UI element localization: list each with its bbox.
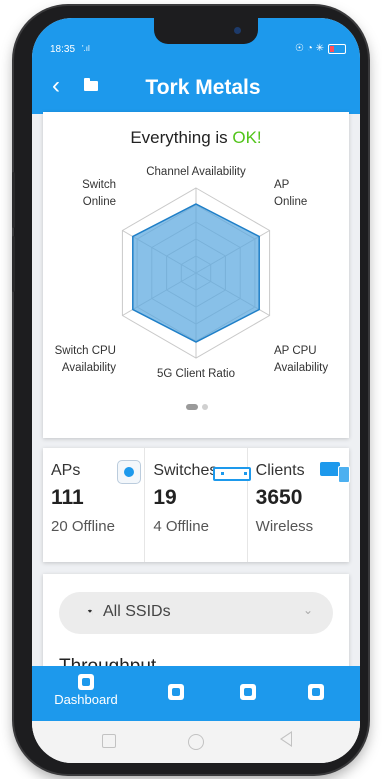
stat-value: 19 bbox=[153, 486, 177, 509]
tab-dashboard[interactable]: Dashboard bbox=[54, 666, 118, 721]
switch-icon bbox=[213, 467, 252, 481]
volume-button bbox=[12, 172, 15, 228]
radar-label-switch-online-line1: Switch bbox=[82, 179, 116, 191]
radar-label-ap-online-line1: AP bbox=[274, 179, 290, 191]
back-icon[interactable] bbox=[280, 731, 292, 747]
stat-clients[interactable]: Clients 3650 Wireless bbox=[248, 448, 350, 562]
status-bar: 18:35 '.ıl ☉ ◔ ✳ bbox=[32, 18, 360, 64]
clients-icon bbox=[319, 460, 350, 483]
stat-switches[interactable]: Switches 19 4 Offline bbox=[145, 448, 252, 562]
clients-icon bbox=[240, 684, 256, 700]
status-time: 18:35 bbox=[50, 44, 76, 55]
chevron-down-icon: ⌄ bbox=[302, 603, 313, 617]
radar-value-area bbox=[132, 203, 260, 343]
status-icons: ☉ ◔ ✳ bbox=[295, 43, 346, 54]
devices-icon bbox=[168, 684, 184, 700]
stat-subtext: Wireless bbox=[255, 518, 314, 535]
tab-devices[interactable] bbox=[160, 666, 192, 721]
home-icon[interactable] bbox=[188, 734, 204, 750]
stat-label: APs bbox=[51, 462, 81, 479]
tab-label: Dashboard bbox=[54, 692, 118, 707]
signal-icon: '.ıl bbox=[82, 44, 90, 53]
stat-subtext: 4 Offline bbox=[153, 518, 209, 535]
radar-label-client-ratio: 5G Client Ratio bbox=[157, 368, 235, 380]
navigation-bar: ‹ Tork Metals bbox=[32, 64, 360, 114]
radar-label-ap-online-line2: Online bbox=[274, 196, 307, 208]
recent-apps-icon[interactable] bbox=[102, 734, 116, 748]
pagination-dot-active[interactable] bbox=[186, 404, 198, 410]
stat-label: Switches bbox=[153, 462, 218, 479]
tab-clients[interactable] bbox=[232, 666, 264, 721]
carousel-pagination[interactable] bbox=[186, 404, 208, 410]
favorites-icon bbox=[308, 684, 324, 700]
radar-label-channel-availability: Channel Availability bbox=[146, 166, 246, 178]
stat-label: Clients bbox=[255, 462, 305, 479]
health-card: Everything is OK! Channel Availability A… bbox=[43, 112, 349, 438]
radar-label-ap-cpu-line2: Availability bbox=[274, 362, 328, 374]
device-stats-card: APs 111 20 Offline Switches 19 4 Offline… bbox=[43, 448, 350, 562]
tab-bar: Dashboard bbox=[32, 666, 360, 721]
health-message-prefix: Everything is bbox=[130, 128, 233, 147]
radar-label-ap-cpu-line1: AP CPU bbox=[274, 345, 317, 357]
radar-label-switch-cpu-line2: Availability bbox=[62, 362, 116, 374]
notch bbox=[154, 18, 258, 44]
app-screen: 18:35 '.ıl ☉ ◔ ✳ ‹ Tork Metals Everythin… bbox=[32, 18, 360, 763]
volume-button bbox=[12, 236, 15, 292]
ssid-select[interactable]: ◔ All SSIDs ⌄ bbox=[59, 592, 333, 634]
stat-value: 111 bbox=[51, 486, 84, 509]
stat-aps[interactable]: APs 111 20 Offline bbox=[43, 448, 146, 562]
system-navigation-bar bbox=[32, 721, 360, 763]
stat-subtext: 20 Offline bbox=[51, 518, 115, 535]
tab-favorites[interactable] bbox=[300, 666, 332, 721]
health-message: Everything is OK! bbox=[43, 128, 349, 148]
health-status-word: OK! bbox=[232, 128, 262, 147]
battery-icon bbox=[328, 43, 346, 54]
wifi-icon: ◔ bbox=[80, 603, 98, 621]
health-radar-chart: Channel Availability AP Online AP CPU Av… bbox=[55, 166, 329, 380]
stat-value: 3650 bbox=[255, 486, 303, 509]
dashboard-icon bbox=[78, 674, 94, 690]
status-extra-icons: ☉ ◔ ✳ bbox=[295, 43, 324, 54]
radar-label-switch-cpu-line1: Switch CPU bbox=[55, 345, 116, 357]
camera bbox=[234, 27, 241, 34]
radar-label-switch-online-line2: Online bbox=[83, 196, 116, 208]
page-title: Tork Metals bbox=[145, 76, 261, 99]
ssid-select-value: All SSIDs bbox=[103, 603, 171, 620]
pagination-dot[interactable] bbox=[202, 404, 208, 410]
ap-icon bbox=[117, 460, 141, 484]
